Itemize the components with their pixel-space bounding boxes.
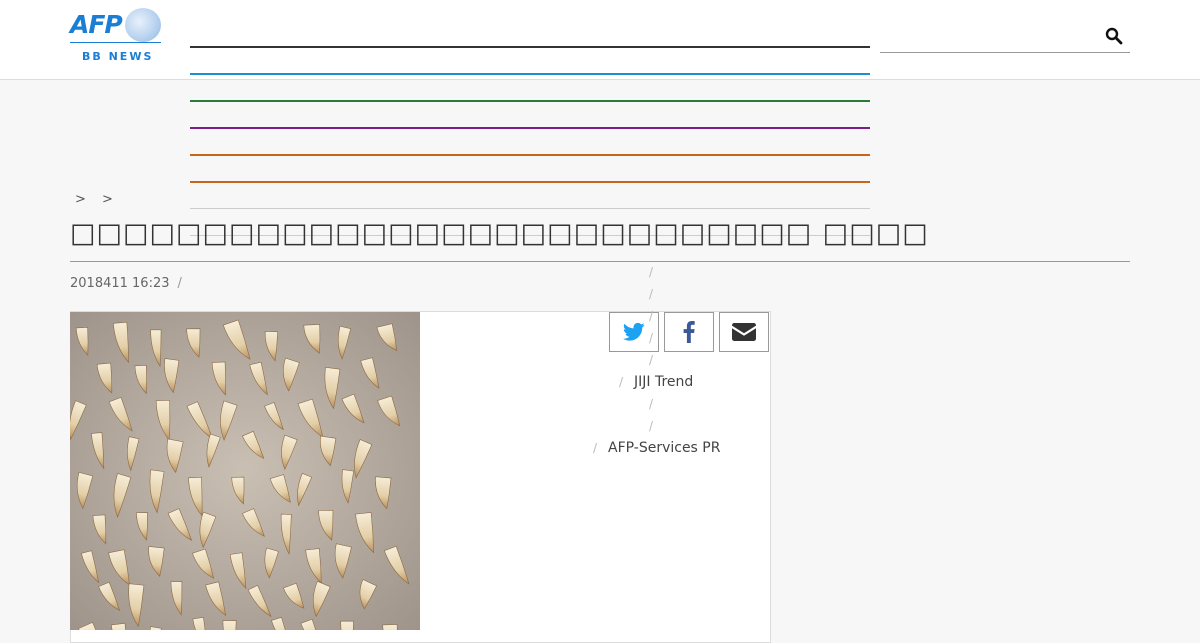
breadcrumb[interactable]: > > <box>75 192 119 207</box>
nav-line-4[interactable] <box>190 127 870 129</box>
pr-separator: / <box>649 287 654 301</box>
tooth-shape <box>340 620 354 630</box>
nav-line-3[interactable] <box>190 100 870 102</box>
article-title: □□□□□□□□□□□□□□□□□□□□□□□□□□□□ □□□□ <box>70 218 929 249</box>
pr-separator: / <box>649 419 654 433</box>
pr-link-afp-services[interactable]: AFP-Services PR <box>608 440 720 456</box>
pr-link-jiji-trend[interactable]: JIJI Trend <box>634 374 693 390</box>
pr-separator: / <box>649 265 654 279</box>
pr-separator: / <box>649 397 654 411</box>
article-meta: 2018411 16:23 / <box>70 276 182 291</box>
search-input[interactable] <box>880 52 1130 53</box>
nav-line-6[interactable] <box>190 181 870 183</box>
twitter-icon <box>623 322 645 341</box>
article-date: 2018411 16:23 <box>70 276 170 291</box>
share-facebook-button[interactable] <box>664 312 714 352</box>
pr-separator: / <box>593 441 598 455</box>
meta-separator: / <box>177 276 182 291</box>
tooth-shape <box>382 624 398 630</box>
nav-line-7[interactable] <box>190 208 870 209</box>
article-photo[interactable] <box>70 312 420 630</box>
globe-icon <box>125 8 161 42</box>
tooth-shape <box>222 620 237 630</box>
facebook-icon <box>683 321 695 343</box>
email-icon <box>732 323 756 341</box>
nav-line-5[interactable] <box>190 154 870 156</box>
site-header: AFP BB NEWS <box>0 0 1200 80</box>
search-icon[interactable] <box>1105 27 1123 45</box>
pr-separator: / <box>649 309 654 323</box>
title-divider <box>70 261 1130 262</box>
logo-afp-text: AFP <box>70 10 123 39</box>
logo-divider <box>70 42 161 43</box>
share-email-button[interactable] <box>719 312 769 352</box>
afp-bb-news-logo[interactable]: AFP BB NEWS <box>70 8 162 64</box>
pr-separator: / <box>649 353 654 367</box>
crocodile-teeth-photo <box>70 312 420 630</box>
nav-line-1[interactable] <box>190 46 870 48</box>
nav-line-2[interactable] <box>190 73 870 75</box>
pr-separator: / <box>619 375 624 389</box>
logo-subtitle: BB NEWS <box>82 50 154 63</box>
pr-separator: / <box>649 331 654 345</box>
